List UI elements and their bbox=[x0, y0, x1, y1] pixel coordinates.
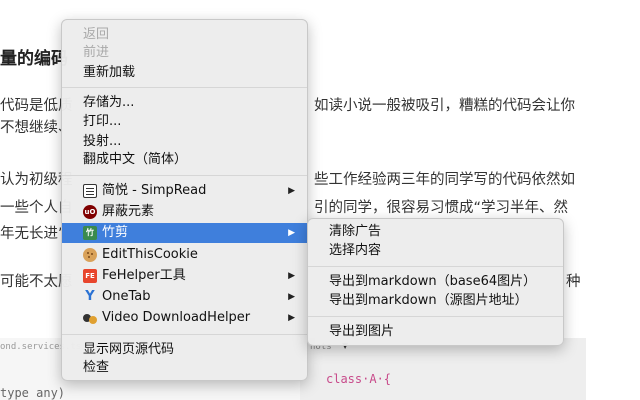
submenu-arrow-icon: ▶ bbox=[288, 228, 295, 238]
menu-separator bbox=[62, 334, 307, 335]
context-menu: 返回 前进 重新加载 存储为... 打印... 投射... 翻成中文（简体） 简… bbox=[61, 19, 308, 381]
menu-item-label: 投射... bbox=[83, 134, 122, 149]
menu-separator bbox=[62, 87, 307, 88]
menu-separator bbox=[308, 266, 563, 267]
menu-item-label: 存储为... bbox=[83, 95, 135, 110]
menu-item-label: 重新加载 bbox=[83, 65, 136, 80]
menu-item-cast[interactable]: 投射... bbox=[62, 132, 307, 152]
zhujian-submenu: 清除广告 选择内容 导出到markdown（base64图片） 导出到markd… bbox=[307, 218, 564, 346]
editor-pane: nots ▼ class·A·{ bbox=[300, 338, 586, 400]
menu-item-back[interactable]: 返回 bbox=[62, 25, 307, 45]
video-downloadhelper-icon bbox=[83, 311, 97, 325]
onetab-icon: Y bbox=[85, 289, 95, 304]
menu-item-translate[interactable]: 翻成中文（简体） bbox=[62, 150, 307, 170]
menu-item-label: 竹剪 bbox=[102, 225, 129, 240]
menu-separator bbox=[308, 316, 563, 317]
menu-item-editthiscookie[interactable]: EditThisCookie bbox=[62, 245, 307, 265]
menu-item-label: 翻成中文（简体） bbox=[83, 152, 188, 167]
menu-item-reload[interactable]: 重新加载 bbox=[62, 63, 307, 83]
zhujian-icon: 竹 bbox=[83, 226, 97, 240]
menu-item-label: 前进 bbox=[83, 45, 110, 60]
menu-item-save-as[interactable]: 存储为... bbox=[62, 93, 307, 113]
menu-item-forward[interactable]: 前进 bbox=[62, 43, 307, 63]
article-line: 年无长进” bbox=[0, 226, 66, 242]
code-text-right: class·A·{ bbox=[326, 372, 392, 386]
menu-item-block-element[interactable]: uO 屏蔽元素 bbox=[62, 202, 307, 222]
menu-item-view-source[interactable]: 显示网页源代码 bbox=[62, 340, 307, 360]
submenu-item-export-markdown-base64[interactable]: 导出到markdown（base64图片） bbox=[308, 272, 563, 292]
cookie-icon bbox=[83, 248, 97, 262]
menu-item-label: 屏蔽元素 bbox=[102, 204, 155, 219]
menu-item-fehelper[interactable]: FE FeHelper工具 ▶ bbox=[62, 266, 307, 286]
article-heading: 量的编码 bbox=[0, 49, 68, 69]
submenu-item-label: 导出到图片 bbox=[329, 324, 395, 339]
article-line: 如读小说一般被吸引，糟糕的代码会让你 bbox=[314, 98, 575, 114]
article-line: 引的同学，很容易习惯成“学习半年、然 bbox=[314, 200, 569, 216]
menu-item-video-downloadhelper[interactable]: Video DownloadHelper ▶ bbox=[62, 308, 307, 328]
menu-item-label: OneTab bbox=[102, 289, 151, 304]
submenu-arrow-icon: ▶ bbox=[288, 271, 295, 281]
submenu-item-clear-ads[interactable]: 清除广告 bbox=[308, 222, 563, 242]
menu-item-label: 打印... bbox=[83, 114, 122, 129]
menu-item-label: 显示网页源代码 bbox=[83, 342, 175, 357]
menu-item-label: EditThisCookie bbox=[102, 247, 198, 262]
menu-item-label: 检查 bbox=[83, 360, 110, 375]
menu-separator bbox=[62, 175, 307, 176]
menu-item-label: 简悦 - SimpRead bbox=[102, 183, 207, 198]
submenu-arrow-icon: ▶ bbox=[288, 292, 295, 302]
submenu-item-select-content[interactable]: 选择内容 bbox=[308, 241, 563, 261]
menu-item-inspect[interactable]: 检查 bbox=[62, 358, 307, 378]
menu-item-label: FeHelper工具 bbox=[102, 268, 186, 283]
submenu-item-label: 清除广告 bbox=[329, 224, 382, 239]
submenu-item-label: 选择内容 bbox=[329, 243, 382, 258]
menu-item-print[interactable]: 打印... bbox=[62, 112, 307, 132]
menu-item-label: Video DownloadHelper bbox=[102, 310, 251, 325]
submenu-arrow-icon: ▶ bbox=[288, 313, 295, 323]
article-line: 些工作经验两三年的同学写的代码依然如 bbox=[314, 172, 575, 188]
menu-item-zhujian[interactable]: 竹 竹剪 ▶ bbox=[62, 223, 307, 243]
simpread-icon bbox=[83, 184, 97, 198]
code-text-left: type any) bbox=[0, 386, 66, 400]
submenu-arrow-icon: ▶ bbox=[288, 186, 295, 196]
menu-item-label: 返回 bbox=[83, 27, 110, 42]
fehelper-icon: FE bbox=[83, 269, 97, 283]
submenu-item-export-markdown-source[interactable]: 导出到markdown（源图片地址） bbox=[308, 291, 563, 311]
article-line: 种 bbox=[566, 274, 581, 290]
submenu-item-label: 导出到markdown（源图片地址） bbox=[329, 293, 528, 308]
ublock-icon: uO bbox=[83, 205, 97, 219]
submenu-item-label: 导出到markdown（base64图片） bbox=[329, 274, 537, 289]
menu-item-simpread[interactable]: 简悦 - SimpRead ▶ bbox=[62, 181, 307, 201]
submenu-item-export-image[interactable]: 导出到图片 bbox=[308, 322, 563, 342]
menu-item-onetab[interactable]: Y OneTab ▶ bbox=[62, 287, 307, 307]
